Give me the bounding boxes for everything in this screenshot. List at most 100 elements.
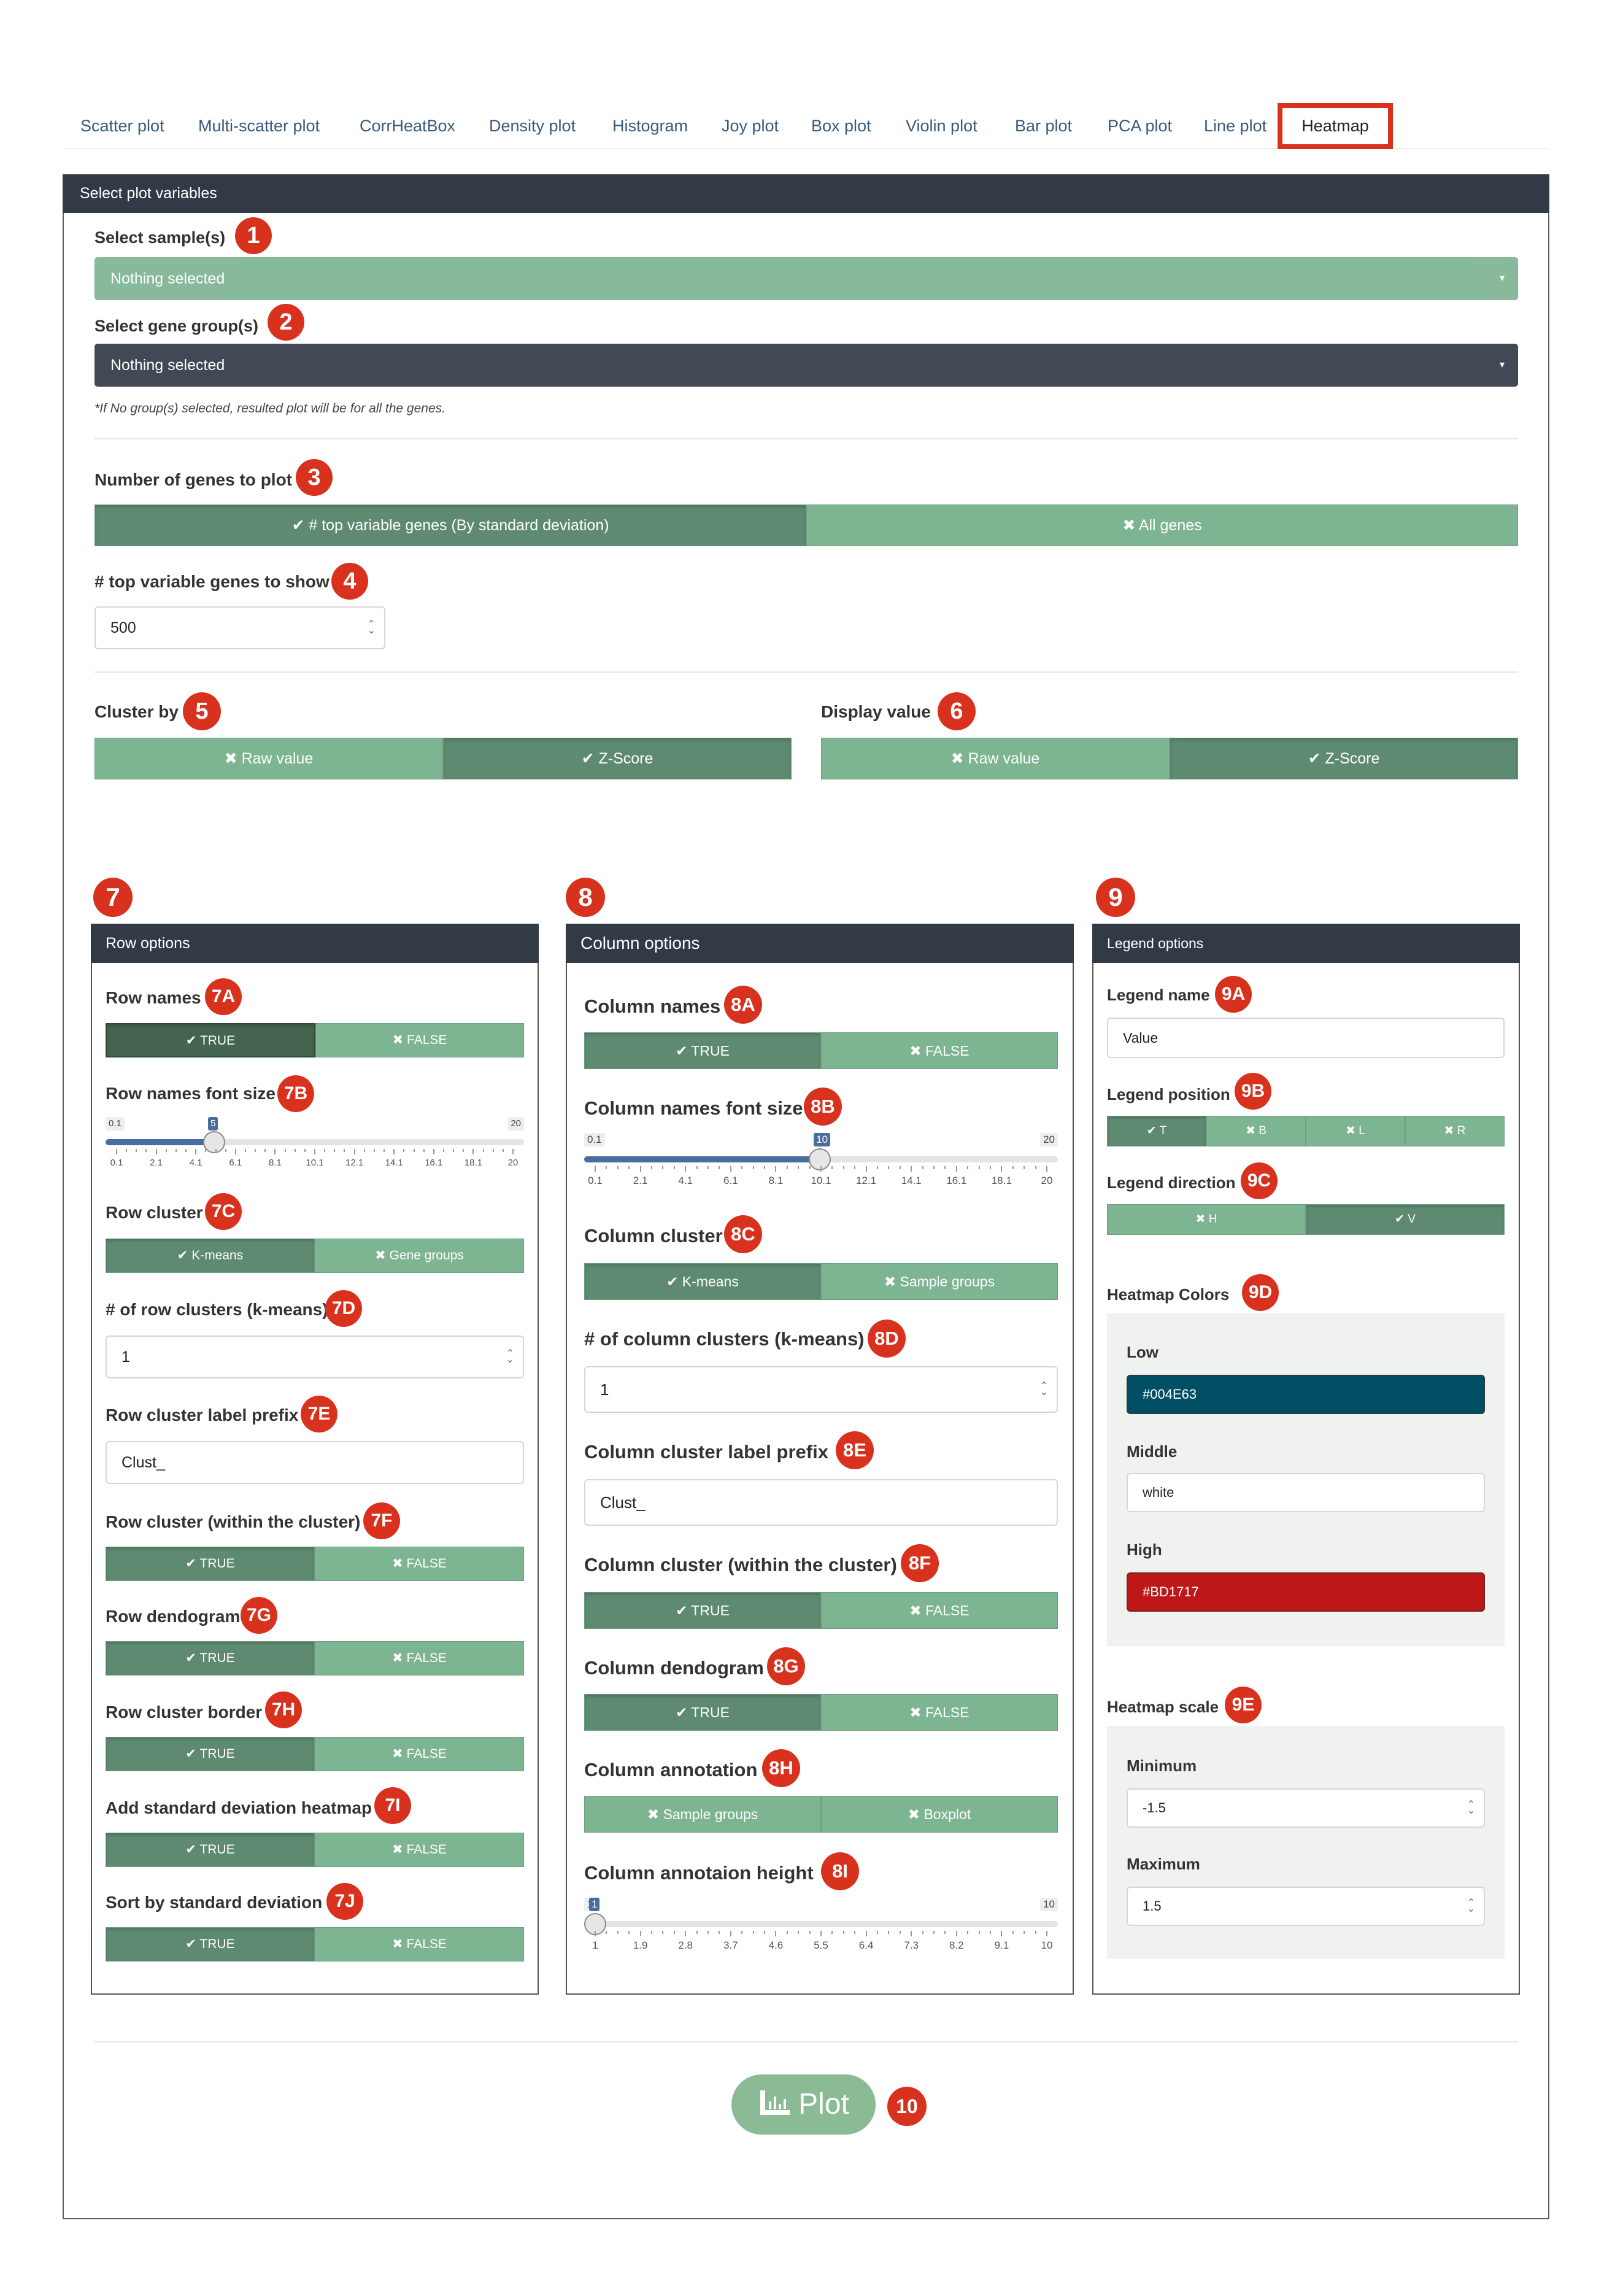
slider-minor-tick <box>673 1931 675 1934</box>
row-names-toggle: ✔ TRUE ✖ FALSE <box>106 1023 524 1057</box>
col-num-clusters-input[interactable]: 1 ⌃ ⌄ <box>584 1366 1058 1413</box>
slider-minor-tick <box>442 1149 444 1152</box>
col-cluster-kmeans-button[interactable]: ✔ K-means <box>584 1263 821 1300</box>
tab-joy-plot[interactable]: Joy plot <box>722 103 779 149</box>
tab-corrheatbox[interactable]: CorrHeatBox <box>360 103 455 149</box>
col-cluster-sample-groups-button[interactable]: ✖ Sample groups <box>821 1263 1058 1300</box>
slider-minor-tick <box>831 1166 833 1169</box>
legend-position-left-button[interactable]: ✖ L <box>1306 1116 1405 1146</box>
slider-tick-mark <box>730 1166 731 1172</box>
stepper-icon[interactable]: ⌃ ⌄ <box>368 620 376 636</box>
tab-heatmap-label: Heatmap <box>1301 117 1369 135</box>
slider-minor-tick <box>1024 1166 1025 1169</box>
slider-minor-tick <box>304 1149 306 1152</box>
slider-handle[interactable] <box>203 1131 226 1153</box>
row-prefix-value: Clust_ <box>121 1454 165 1471</box>
callout-badge: 8B <box>804 1088 842 1126</box>
legend-position-top-button[interactable]: ✔ T <box>1107 1116 1206 1146</box>
col-dendogram-true-button[interactable]: ✔ TRUE <box>584 1694 821 1731</box>
high-color-input[interactable]: #BD1717 <box>1127 1572 1485 1612</box>
row-names-false-button[interactable]: ✖ FALSE <box>315 1023 524 1057</box>
display-raw-value-button[interactable]: ✖ Raw value <box>821 738 1170 779</box>
tab-heatmap[interactable]: Heatmap <box>1278 103 1393 149</box>
tab-scatter-plot[interactable]: Scatter plot <box>80 103 164 149</box>
col-font-size-slider[interactable]: 0.1 20 10 0.1 2.1 4.1 6.1 8.1 10.1 12.1 14.1 16.1 18… <box>584 1133 1058 1191</box>
cluster-by-label: Cluster by <box>94 702 179 721</box>
stepper-icon[interactable]: ⌃ ⌄ <box>1467 1800 1475 1816</box>
slider-tick-mark <box>775 1166 777 1172</box>
tab-violin-plot[interactable]: Violin plot <box>906 103 977 149</box>
slider-minor-tick <box>990 1166 991 1169</box>
row-sort-sd-false-button[interactable]: ✖ FALSE <box>315 1927 524 1962</box>
col-within-true-button[interactable]: ✔ TRUE <box>584 1592 821 1629</box>
row-cluster-kmeans-button[interactable]: ✔ K-means <box>106 1239 315 1273</box>
slider-minor-tick <box>145 1149 147 1152</box>
tab-multi-scatter-plot[interactable]: Multi-scatter plot <box>198 103 320 149</box>
callout-badge: 7D <box>325 1290 362 1327</box>
legend-position-bottom-button[interactable]: ✖ B <box>1206 1116 1306 1146</box>
scale-maximum-input[interactable]: 1.5 ⌃ ⌄ <box>1127 1887 1485 1926</box>
callout-badge: 7 <box>93 878 133 917</box>
row-prefix-input[interactable]: Clust_ <box>106 1441 524 1484</box>
row-border-false-button[interactable]: ✖ FALSE <box>315 1737 524 1771</box>
row-border-true-button[interactable]: ✔ TRUE <box>106 1737 315 1771</box>
row-font-size-slider[interactable]: 0.1 20 5 0.1 2.1 4.1 6.1 8.1 10.1 12.1 14.1 16.1 18.… <box>106 1117 524 1172</box>
tab-bar-plot[interactable]: Bar plot <box>1015 103 1072 149</box>
low-color-input[interactable]: #004E63 <box>1127 1375 1485 1414</box>
display-value-label: Display value <box>821 702 931 721</box>
row-names-true-button[interactable]: ✔ TRUE <box>106 1023 315 1057</box>
stepper-icon[interactable]: ⌃ ⌄ <box>1467 1898 1475 1914</box>
row-sd-heatmap-true-button[interactable]: ✔ TRUE <box>106 1833 315 1867</box>
col-prefix-input[interactable]: Clust_ <box>584 1479 1058 1526</box>
stepper-icon[interactable]: ⌃ ⌄ <box>1040 1382 1048 1397</box>
cluster-zscore-button[interactable]: ✔ Z-Score <box>443 738 792 779</box>
row-sort-sd-true-button[interactable]: ✔ TRUE <box>106 1927 315 1962</box>
callout-badge: 10 <box>887 2087 927 2126</box>
row-cluster-gene-groups-button[interactable]: ✖ Gene groups <box>315 1239 524 1273</box>
col-dendogram-false-button[interactable]: ✖ FALSE <box>821 1694 1058 1731</box>
row-sd-heatmap-false-button[interactable]: ✖ FALSE <box>315 1833 524 1867</box>
legend-direction-h-button[interactable]: ✖ H <box>1107 1204 1306 1235</box>
row-dendogram-true-button[interactable]: ✔ TRUE <box>106 1641 315 1676</box>
col-annotation-sample-groups-button[interactable]: ✖ Sample groups <box>584 1796 821 1833</box>
top-genes-input[interactable]: 500 ⌃ ⌄ <box>94 606 385 649</box>
tab-pca-plot[interactable]: PCA plot <box>1108 103 1172 149</box>
scale-minimum-input[interactable]: -1.5 ⌃ ⌄ <box>1127 1788 1485 1828</box>
cluster-raw-value-button[interactable]: ✖ Raw value <box>94 738 443 779</box>
col-names-false-button[interactable]: ✖ FALSE <box>821 1032 1058 1069</box>
legend-direction-v-button[interactable]: ✔ V <box>1306 1204 1505 1235</box>
tab-density-plot[interactable]: Density plot <box>489 103 576 149</box>
col-annotation-boxplot-button[interactable]: ✖ Boxplot <box>821 1796 1058 1833</box>
legend-name-input[interactable]: Value <box>1107 1018 1505 1058</box>
slider-minor-tick <box>933 1931 935 1934</box>
legend-position-right-button[interactable]: ✖ R <box>1405 1116 1505 1146</box>
slider-tick-label: 10.1 <box>306 1158 324 1168</box>
callout-badge: 7J <box>326 1883 363 1920</box>
gene-groups-select[interactable]: Nothing selected ▾ <box>94 344 1518 387</box>
top-variable-genes-button[interactable]: ✔ # top variable genes (By standard devi… <box>94 504 806 546</box>
slider-value-label: 1 <box>589 1898 600 1911</box>
samples-select[interactable]: Nothing selected ▾ <box>94 257 1518 300</box>
plot-button[interactable]: Plot <box>731 2074 876 2135</box>
row-num-clusters-label: # of row clusters (k-means) <box>106 1300 328 1319</box>
all-genes-button[interactable]: ✖ All genes <box>806 504 1518 546</box>
middle-color-input[interactable]: white <box>1127 1473 1485 1512</box>
slider-minor-tick <box>752 1931 754 1934</box>
callout-badge: 9B <box>1235 1073 1271 1110</box>
tab-line-plot[interactable]: Line plot <box>1204 103 1266 149</box>
col-names-true-button[interactable]: ✔ TRUE <box>584 1032 821 1069</box>
slider-minor-tick <box>967 1931 969 1934</box>
tab-box-plot[interactable]: Box plot <box>811 103 871 149</box>
callout-badge: 3 <box>296 459 333 496</box>
row-within-true-button[interactable]: ✔ TRUE <box>106 1547 315 1581</box>
callout-badge: 8H <box>762 1749 800 1787</box>
display-zscore-button[interactable]: ✔ Z-Score <box>1170 738 1518 779</box>
row-dendogram-false-button[interactable]: ✖ FALSE <box>315 1641 524 1676</box>
row-within-false-button[interactable]: ✖ FALSE <box>315 1547 524 1581</box>
stepper-icon[interactable]: ⌃ ⌄ <box>506 1349 514 1365</box>
col-annot-height-slider[interactable]: 110111.92.83.74.65.56.47.38.29.110 <box>584 1898 1058 1955</box>
col-within-false-button[interactable]: ✖ FALSE <box>821 1592 1058 1629</box>
slider-tick-mark <box>195 1149 197 1154</box>
tab-histogram[interactable]: Histogram <box>612 103 688 149</box>
row-num-clusters-input[interactable]: 1 ⌃ ⌄ <box>106 1335 524 1378</box>
